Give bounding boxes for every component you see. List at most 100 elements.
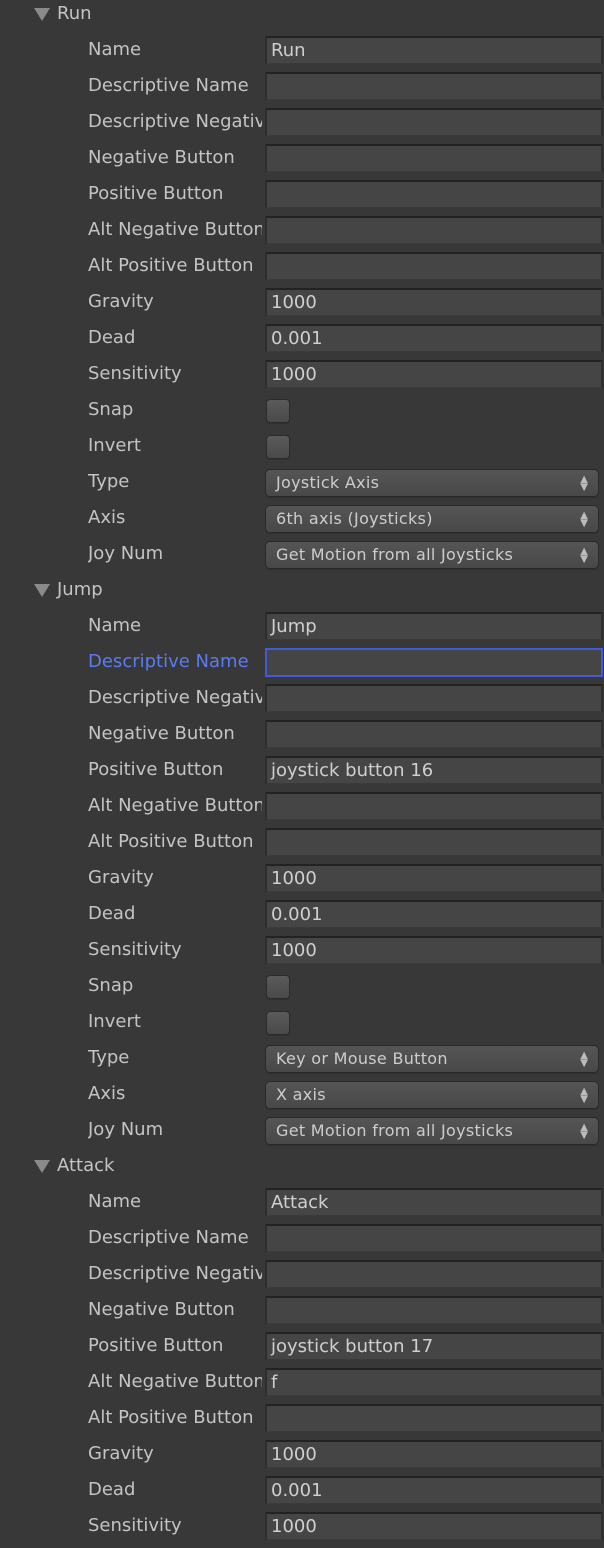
field-row-name: Name Run: [0, 32, 604, 68]
alt-positive-button-input[interactable]: [265, 1404, 603, 1433]
joy-num-dropdown[interactable]: Get Motion from all Joysticks ▲ ▼: [265, 541, 599, 569]
field-row-positive-button: Positive Button: [0, 176, 604, 212]
positive-button-input[interactable]: [265, 180, 603, 209]
field-label: Alt Negative Button: [88, 1371, 262, 1392]
descriptive-negative-name-input[interactable]: [265, 1260, 603, 1289]
negative-button-input[interactable]: [265, 1296, 603, 1325]
field-row-sensitivity: Sensitivity 1000: [0, 932, 604, 968]
descriptive-negative-name-input[interactable]: [265, 684, 603, 713]
foldout-triangle-icon[interactable]: [34, 8, 50, 21]
field-label: Alt Negative Button: [88, 795, 262, 816]
field-row-type: Type Joystick Axis ▲ ▼: [0, 464, 604, 500]
input-axes-list: Run Name Run Descriptive Name Descriptive Ne…: [0, 0, 604, 1544]
name-input[interactable]: Run: [265, 36, 603, 65]
field-label: Invert: [88, 435, 141, 456]
field-row-descriptive-negative-name: Descriptive Negative Name: [0, 104, 604, 140]
gravity-input[interactable]: 1000: [265, 288, 603, 317]
sensitivity-input[interactable]: 1000: [265, 936, 603, 965]
axis-foldout-attack[interactable]: Attack: [0, 1148, 604, 1184]
field-label: Name: [88, 615, 142, 636]
gravity-input[interactable]: 1000: [265, 1440, 603, 1469]
field-label: Joy Num: [88, 1119, 164, 1140]
field-row-negative-button: Negative Button: [0, 716, 604, 752]
snap-checkbox[interactable]: [266, 399, 290, 423]
alt-negative-button-input[interactable]: [265, 792, 603, 821]
up-down-arrows-icon: ▲ ▼: [580, 474, 588, 493]
alt-positive-button-input[interactable]: [265, 828, 603, 857]
up-down-arrows-icon: ▲ ▼: [580, 1050, 588, 1069]
type-dropdown[interactable]: Key or Mouse Button ▲ ▼: [265, 1045, 599, 1073]
descriptive-name-input[interactable]: [265, 72, 603, 101]
name-input[interactable]: Attack: [265, 1188, 603, 1217]
field-label: Invert: [88, 1011, 141, 1032]
invert-checkbox[interactable]: [266, 435, 290, 459]
descriptive-name-input[interactable]: [265, 648, 603, 677]
field-row-name: Name Jump: [0, 608, 604, 644]
sensitivity-input[interactable]: 1000: [265, 360, 603, 389]
positive-button-input[interactable]: joystick button 16: [265, 756, 603, 785]
field-row-dead: Dead 0.001: [0, 320, 604, 356]
type-dropdown[interactable]: Joystick Axis ▲ ▼: [265, 469, 599, 497]
field-row-dead: Dead 0.001: [0, 896, 604, 932]
field-row-snap: Snap: [0, 968, 604, 1004]
field-row-alt-negative-button: Alt Negative Button: [0, 788, 604, 824]
axis-foldout-jump[interactable]: Jump: [0, 572, 604, 608]
alt-positive-button-input[interactable]: [265, 252, 603, 281]
field-label: Snap: [88, 399, 134, 420]
foldout-triangle-icon[interactable]: [34, 584, 50, 597]
axis-dropdown[interactable]: X axis ▲ ▼: [265, 1081, 599, 1109]
field-label: Gravity: [88, 867, 154, 888]
dropdown-value: Joystick Axis: [276, 473, 380, 492]
field-row-axis: Axis X axis ▲ ▼: [0, 1076, 604, 1112]
field-label: Type: [88, 471, 130, 492]
axis-title: Attack: [57, 1155, 115, 1176]
field-label: Dead: [88, 903, 136, 924]
field-row-negative-button: Negative Button: [0, 140, 604, 176]
field-row-snap: Snap: [0, 392, 604, 428]
field-label: Joy Num: [88, 543, 164, 564]
field-label: Descriptive Negative Name: [88, 687, 262, 708]
field-row-descriptive-negative-name: Descriptive Negative Name: [0, 1256, 604, 1292]
alt-negative-button-input[interactable]: [265, 216, 603, 245]
field-label: Descriptive Name: [88, 651, 249, 672]
joy-num-dropdown[interactable]: Get Motion from all Joysticks ▲ ▼: [265, 1117, 599, 1145]
field-label: Alt Positive Button: [88, 255, 254, 276]
dead-input[interactable]: 0.001: [265, 900, 603, 929]
axis-foldout-run[interactable]: Run: [0, 0, 604, 32]
field-label: Descriptive Negative Name: [88, 1263, 262, 1284]
sensitivity-input[interactable]: 1000: [265, 1512, 603, 1541]
field-label: Sensitivity: [88, 939, 182, 960]
field-label: Positive Button: [88, 183, 224, 204]
field-row-invert: Invert: [0, 428, 604, 464]
field-label: Sensitivity: [88, 363, 182, 384]
field-label: Gravity: [88, 291, 154, 312]
field-label: Descriptive Name: [88, 1227, 249, 1248]
invert-checkbox[interactable]: [266, 1011, 290, 1035]
dead-input[interactable]: 0.001: [265, 1476, 603, 1505]
field-row-positive-button: Positive Button joystick button 17: [0, 1328, 604, 1364]
field-row-axis: Axis 6th axis (Joysticks) ▲ ▼: [0, 500, 604, 536]
foldout-triangle-icon[interactable]: [34, 1160, 50, 1173]
descriptive-negative-name-input[interactable]: [265, 108, 603, 137]
axis-dropdown[interactable]: 6th axis (Joysticks) ▲ ▼: [265, 505, 599, 533]
name-input[interactable]: Jump: [265, 612, 603, 641]
descriptive-name-input[interactable]: [265, 1224, 603, 1253]
field-label: Gravity: [88, 1443, 154, 1464]
negative-button-input[interactable]: [265, 144, 603, 173]
positive-button-input[interactable]: joystick button 17: [265, 1332, 603, 1361]
field-row-alt-positive-button: Alt Positive Button: [0, 248, 604, 284]
field-row-negative-button: Negative Button: [0, 1292, 604, 1328]
field-row-descriptive-name: Descriptive Name: [0, 1220, 604, 1256]
field-row-dead: Dead 0.001: [0, 1472, 604, 1508]
field-row-gravity: Gravity 1000: [0, 860, 604, 896]
gravity-input[interactable]: 1000: [265, 864, 603, 893]
field-row-joy-num: Joy Num Get Motion from all Joysticks ▲ ▼: [0, 1112, 604, 1148]
field-row-sensitivity: Sensitivity 1000: [0, 1508, 604, 1544]
negative-button-input[interactable]: [265, 720, 603, 749]
field-label: Alt Positive Button: [88, 831, 254, 852]
field-row-invert: Invert: [0, 1004, 604, 1040]
field-row-alt-negative-button: Alt Negative Button: [0, 212, 604, 248]
alt-negative-button-input[interactable]: f: [265, 1368, 603, 1397]
snap-checkbox[interactable]: [266, 975, 290, 999]
dead-input[interactable]: 0.001: [265, 324, 603, 353]
